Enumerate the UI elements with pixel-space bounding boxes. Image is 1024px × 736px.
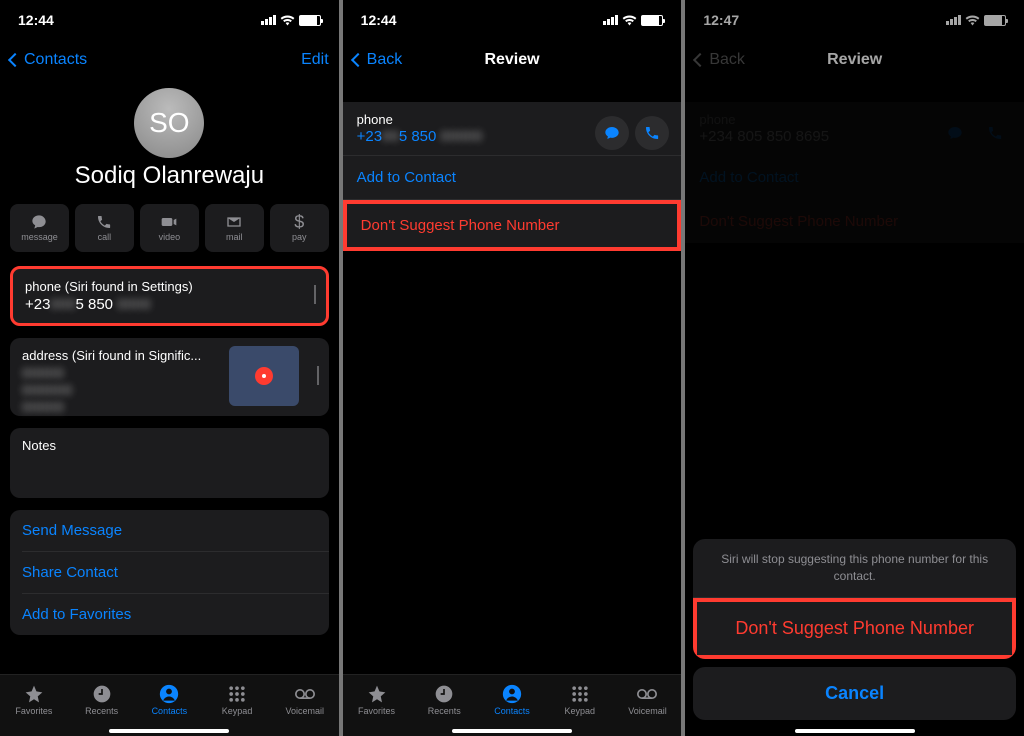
- screen-review: 12:44 Back Review phone +23005 850 00000…: [343, 0, 682, 736]
- video-label: video: [159, 232, 181, 242]
- mail-button[interactable]: mail: [205, 204, 264, 252]
- status-bar: 12:44: [0, 0, 339, 40]
- sheet-message: Siri will stop suggesting this phone num…: [693, 539, 1016, 597]
- status-time: 12:44: [361, 12, 397, 28]
- dollar-icon: $: [290, 214, 308, 230]
- back-label: Contacts: [24, 51, 87, 69]
- contact-name: Sodiq Olanrewaju: [0, 162, 339, 190]
- send-message-link[interactable]: Send Message: [10, 510, 329, 551]
- phone-siri-card[interactable]: phone (Siri found in Settings) +230005 8…: [10, 266, 329, 326]
- person-icon: [158, 684, 180, 704]
- clock-icon: [433, 684, 455, 704]
- star-icon: [366, 684, 388, 704]
- add-favorites-link[interactable]: Add to Favorites: [10, 594, 329, 635]
- home-indicator[interactable]: [795, 729, 915, 733]
- sheet-dont-suggest-button[interactable]: Don't Suggest Phone Number: [693, 598, 1016, 659]
- message-icon: [30, 214, 48, 230]
- phone-card-label: phone (Siri found in Settings): [25, 279, 314, 294]
- map-pin-icon: [255, 367, 273, 385]
- share-contact-link[interactable]: Share Contact: [10, 552, 329, 593]
- message-button[interactable]: message: [10, 204, 69, 252]
- add-to-contact-link[interactable]: Add to Contact: [343, 156, 682, 199]
- message-label: message: [21, 232, 58, 242]
- dont-suggest-link[interactable]: Don't Suggest Phone Number: [343, 200, 682, 251]
- address-siri-card[interactable]: address (Siri found in Signific... 00000…: [10, 338, 329, 416]
- phone-row[interactable]: phone +23005 850 00000: [343, 102, 682, 155]
- notes-card[interactable]: Notes: [10, 428, 329, 498]
- chevron-right-icon: [317, 368, 319, 386]
- keypad-icon: [569, 684, 591, 704]
- sheet-group-main: Siri will stop suggesting this phone num…: [693, 539, 1016, 659]
- tab-keypad[interactable]: Keypad: [546, 675, 614, 724]
- pay-button[interactable]: $ pay: [270, 204, 329, 252]
- keypad-icon: [226, 684, 248, 704]
- phone-card-value: +230005 850 0000: [25, 296, 314, 313]
- edit-button[interactable]: Edit: [301, 51, 329, 69]
- battery-icon: [641, 15, 663, 26]
- sheet-group-cancel: Cancel: [693, 667, 1016, 720]
- status-bar: 12:44: [343, 0, 682, 40]
- action-sheet: Siri will stop suggesting this phone num…: [693, 539, 1016, 728]
- tab-bar: Favorites Recents Contacts Keypad Voicem…: [0, 674, 339, 736]
- cellular-icon: [261, 15, 276, 25]
- map-thumbnail[interactable]: [229, 346, 299, 406]
- tab-voicemail[interactable]: Voicemail: [614, 675, 682, 724]
- status-indicators: [261, 15, 321, 26]
- tab-bar: Favorites Recents Contacts Keypad Voicem…: [343, 674, 682, 736]
- clock-icon: [91, 684, 113, 704]
- mail-label: mail: [226, 232, 243, 242]
- avatar-initials: SO: [149, 107, 189, 139]
- status-indicators: [603, 15, 663, 26]
- chevron-left-icon: [8, 53, 22, 67]
- tab-keypad[interactable]: Keypad: [203, 675, 271, 724]
- message-icon: [604, 125, 620, 141]
- tab-favorites[interactable]: Favorites: [343, 675, 411, 724]
- cellular-icon: [603, 15, 618, 25]
- review-list: phone +23005 850 00000 Add to Contact Do…: [343, 102, 682, 251]
- tab-favorites[interactable]: Favorites: [0, 675, 68, 724]
- call-label: call: [98, 232, 112, 242]
- chevron-right-icon: [314, 287, 316, 305]
- person-icon: [501, 684, 523, 704]
- battery-icon: [299, 15, 321, 26]
- contact-links: Send Message Share Contact Add to Favori…: [10, 510, 329, 635]
- contact-actions: message call video mail $ pay: [0, 204, 339, 252]
- pay-label: pay: [292, 232, 307, 242]
- avatar: SO: [134, 88, 204, 158]
- nav-header: Back Review: [343, 40, 682, 80]
- notes-label: Notes: [22, 438, 317, 453]
- wifi-icon: [280, 15, 295, 26]
- phone-icon: [644, 125, 660, 141]
- back-button[interactable]: Contacts: [10, 51, 87, 69]
- back-label: Back: [367, 51, 403, 69]
- home-indicator[interactable]: [452, 729, 572, 733]
- chevron-left-icon: [351, 53, 365, 67]
- tab-voicemail[interactable]: Voicemail: [271, 675, 339, 724]
- nav-header: Contacts Edit: [0, 40, 339, 80]
- status-time: 12:44: [18, 12, 54, 28]
- screen-review-actionsheet: 12:47 Back Review phone +234 805 850 869…: [685, 0, 1024, 736]
- wifi-icon: [622, 15, 637, 26]
- home-indicator[interactable]: [109, 729, 229, 733]
- screen-contact-card: 12:44 Contacts Edit SO Sodiq Olanrewaju …: [0, 0, 339, 736]
- call-button[interactable]: call: [75, 204, 134, 252]
- tab-contacts[interactable]: Contacts: [478, 675, 546, 724]
- voicemail-icon: [636, 684, 658, 704]
- tab-recents[interactable]: Recents: [410, 675, 478, 724]
- sheet-cancel-button[interactable]: Cancel: [693, 667, 1016, 720]
- phone-icon: [95, 214, 113, 230]
- voicemail-icon: [294, 684, 316, 704]
- mail-icon: [225, 214, 243, 230]
- tab-contacts[interactable]: Contacts: [135, 675, 203, 724]
- star-icon: [23, 684, 45, 704]
- back-button[interactable]: Back: [353, 51, 403, 69]
- tab-recents[interactable]: Recents: [68, 675, 136, 724]
- video-button[interactable]: video: [140, 204, 199, 252]
- video-icon: [160, 214, 178, 230]
